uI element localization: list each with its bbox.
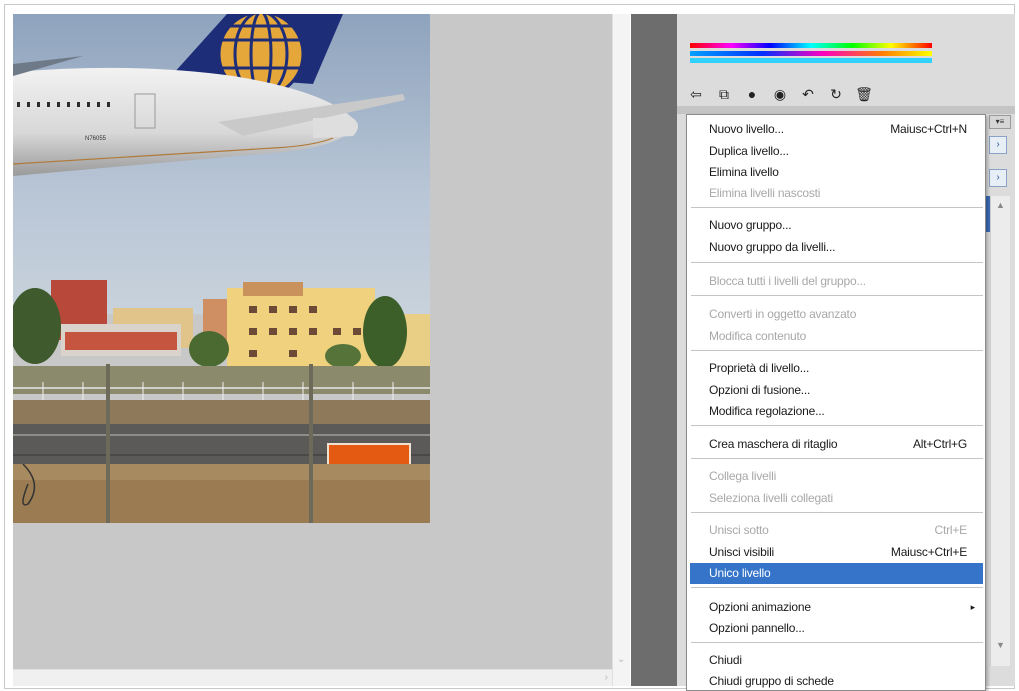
scroll-up-icon[interactable]: ▲	[996, 200, 1005, 210]
menu-item-new-group-from-layers[interactable]: Nuovo gruppo da livelli...	[690, 237, 983, 258]
menu-separator	[691, 587, 983, 589]
menu-item-panel-options[interactable]: Opzioni pannello...	[690, 618, 983, 639]
expand-arrow-icon[interactable]: ›	[989, 136, 1007, 154]
menu-item-new-group[interactable]: Nuovo gruppo...	[690, 215, 983, 236]
delete-layer-icon[interactable]: 🗑	[853, 84, 875, 104]
menu-item-duplicate-layer[interactable]: Duplica livello...	[690, 141, 983, 162]
menu-item-delete-layer[interactable]: Elimina livello	[690, 162, 983, 183]
horizontal-scrollbar[interactable]: ›	[13, 669, 612, 686]
panel-menu-button[interactable]: ▾≡	[989, 115, 1011, 129]
adjustment-layer-icon[interactable]: ◉	[769, 84, 791, 104]
menu-item-edit-adjustment[interactable]: Modifica regolazione...	[690, 401, 983, 422]
layers-panel-toolbar: ⇦ ⧉ ● ◉ ↶ ↻ 🗑	[677, 82, 1015, 106]
menu-item-lock-group-layers[interactable]: Blocca tutti i livelli del gruppo...	[690, 271, 983, 292]
airplane-photo: N76055	[13, 14, 430, 523]
layers-scrollbar[interactable]: ▲ ▼	[990, 196, 1010, 666]
menu-item-link-layers[interactable]: Collega livelli	[690, 466, 983, 487]
panel-header-strip	[677, 106, 1015, 114]
menu-item-close[interactable]: Chiudi	[690, 650, 983, 671]
menu-item-flatten-image[interactable]: Unico livello	[690, 563, 983, 584]
menu-item-layer-properties[interactable]: Proprietà di livello...	[690, 358, 983, 379]
layer-style-icon[interactable]: ⧉	[713, 84, 735, 104]
menu-item-delete-hidden-layers[interactable]: Elimina livelli nascosti	[690, 183, 983, 204]
link-layers-icon[interactable]: ⇦	[685, 84, 707, 104]
new-group-icon[interactable]: ↶	[797, 84, 819, 104]
menu-item-merge-visible[interactable]: Unisci visibili Maiusc+Ctrl+E	[690, 542, 983, 563]
panel-gutter	[631, 14, 677, 686]
menu-item-select-linked-layers[interactable]: Seleziona livelli collegati	[690, 488, 983, 509]
new-layer-icon[interactable]: ↻	[825, 84, 847, 104]
menu-separator	[691, 262, 983, 264]
menu-item-merge-down[interactable]: Unisci sotto Ctrl+E	[690, 520, 983, 541]
submenu-arrow-icon: ▸	[970, 602, 976, 612]
vertical-scrollbar[interactable]: ⌄	[612, 14, 630, 686]
menu-item-convert-smart-object[interactable]: Converti in oggetto avanzato	[690, 304, 983, 325]
expand-arrow-icon[interactable]: ›	[989, 169, 1007, 187]
layer-mask-icon[interactable]: ●	[741, 84, 763, 104]
color-spectrum[interactable]	[690, 43, 932, 65]
menu-separator	[691, 458, 983, 460]
menu-separator	[691, 207, 983, 209]
menu-separator	[691, 425, 983, 427]
scroll-down-icon[interactable]: ▼	[996, 640, 1005, 650]
menu-separator	[691, 642, 983, 644]
menu-item-close-tab-group[interactable]: Chiudi gruppo di schede	[690, 671, 983, 691]
menu-separator	[691, 512, 983, 514]
menu-item-create-clipping-mask[interactable]: Crea maschera di ritaglio Alt+Ctrl+G	[690, 434, 983, 455]
svg-text:N76055: N76055	[85, 136, 107, 142]
menu-item-animation-options[interactable]: Opzioni animazione ▸	[690, 597, 983, 618]
scroll-right-icon[interactable]: ›	[605, 672, 608, 683]
menu-item-new-layer[interactable]: Nuovo livello... Maiusc+Ctrl+N	[690, 119, 983, 140]
scroll-down-icon[interactable]: ⌄	[617, 654, 625, 665]
menu-separator	[691, 295, 983, 297]
layers-context-menu: Nuovo livello... Maiusc+Ctrl+N Duplica li…	[686, 114, 986, 691]
menu-item-blending-options[interactable]: Opzioni di fusione...	[690, 380, 983, 401]
menu-item-edit-contents[interactable]: Modifica contenuto	[690, 326, 983, 347]
menu-separator	[691, 350, 983, 352]
